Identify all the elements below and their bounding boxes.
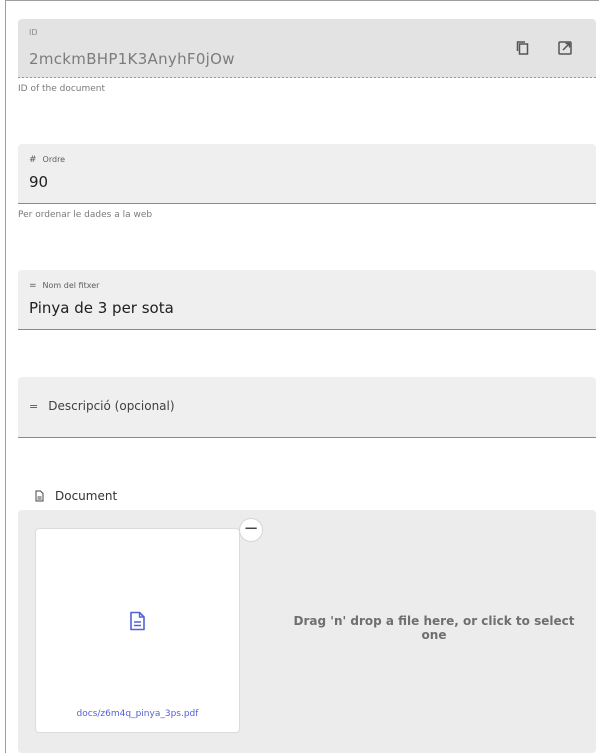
id-field: ID 2mckmBHP1K3AnyhF0jOw — [18, 19, 596, 78]
copy-icon[interactable] — [514, 39, 532, 57]
ordre-field-underline — [18, 203, 596, 204]
nom-fitxer-label: = Nom del fitxer — [29, 281, 100, 291]
ordre-input[interactable]: 90 — [29, 173, 48, 191]
open-in-new-icon[interactable] — [556, 39, 574, 57]
descripcio-underline — [18, 437, 596, 438]
ordre-field[interactable]: # Ordre 90 — [18, 144, 596, 204]
number-icon: # — [29, 155, 37, 165]
nom-fitxer-input[interactable]: Pinya de 3 per sota — [29, 299, 174, 317]
descripcio-field[interactable]: = Descripció (opcional) — [18, 377, 596, 438]
descripcio-label: = Descripció (opcional) — [29, 399, 175, 413]
remove-file-button[interactable]: − — [239, 518, 263, 542]
short-text-icon: = — [29, 281, 37, 291]
ordre-field-helper: Per ordenar le dades a la web — [18, 210, 153, 220]
document-icon — [129, 611, 146, 631]
ordre-field-label: # Ordre — [29, 155, 66, 165]
file-dropzone[interactable]: docs/z6m4q_pinya_3ps.pdf − Drag 'n' drop… — [18, 510, 596, 753]
id-field-value: 2mckmBHP1K3AnyhF0jOw — [29, 50, 235, 68]
file-icon — [33, 490, 45, 502]
id-field-helper: ID of the document — [18, 84, 106, 94]
dropzone-hint: Drag 'n' drop a file here, or click to s… — [293, 614, 575, 642]
id-field-label: ID — [29, 28, 38, 37]
nom-fitxer-field[interactable]: = Nom del fitxer Pinya de 3 per sota — [18, 270, 596, 330]
file-link[interactable]: docs/z6m4q_pinya_3ps.pdf — [36, 709, 239, 719]
document-label: Document — [55, 489, 118, 503]
short-text-icon: = — [29, 400, 39, 413]
document-section-title: Document — [33, 489, 117, 503]
file-preview-card: docs/z6m4q_pinya_3ps.pdf − — [35, 518, 263, 733]
id-field-underline — [18, 77, 596, 78]
nom-fitxer-underline — [18, 329, 596, 330]
